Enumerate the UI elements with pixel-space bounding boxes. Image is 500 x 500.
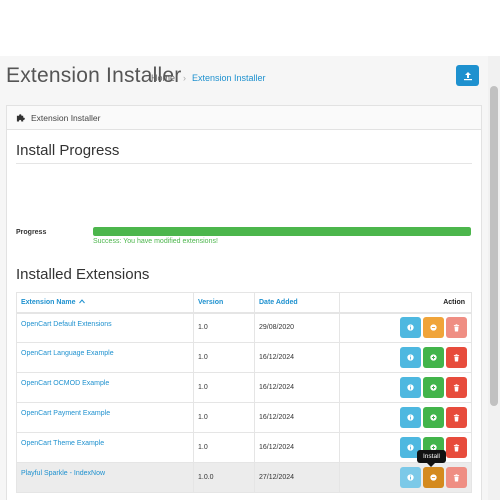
table-row: OpenCart OCMOD Example 1.0 16/12/2024 bbox=[16, 372, 472, 403]
table-row: OpenCart Theme Example 1.0 16/12/2024 bbox=[16, 432, 472, 463]
extension-installer-panel: Extension Installer Install Progress Pro… bbox=[6, 105, 482, 500]
breadcrumb-home-link[interactable]: Home bbox=[151, 73, 175, 83]
progress-bar-fill bbox=[93, 227, 471, 236]
install-tooltip: Install bbox=[417, 450, 446, 467]
plus-circle-icon bbox=[430, 414, 437, 421]
scrollbar-thumb[interactable] bbox=[490, 86, 498, 406]
trash-icon bbox=[453, 473, 460, 482]
extension-name[interactable]: OpenCart Language Example bbox=[16, 342, 194, 373]
extension-date-added: 16/12/2024 bbox=[254, 402, 340, 433]
table-row: Playful Sparkle - IndexNow 1.0.0 27/12/202… bbox=[16, 462, 472, 493]
installed-extensions-table: Extension Name Version Date Added Action… bbox=[16, 292, 472, 493]
info-icon bbox=[407, 324, 414, 331]
table-row: OpenCart Payment Example 1.0 16/12/2024 bbox=[16, 402, 472, 433]
info-button[interactable] bbox=[400, 467, 421, 488]
extension-name[interactable]: OpenCart Theme Example bbox=[16, 432, 194, 463]
trash-icon bbox=[453, 443, 460, 452]
breadcrumb-separator-icon: › bbox=[183, 73, 187, 83]
extension-actions bbox=[339, 462, 472, 493]
extension-actions bbox=[339, 372, 472, 403]
extension-version: 1.0 bbox=[193, 432, 255, 463]
extension-version: 1.0 bbox=[193, 342, 255, 373]
install-button[interactable] bbox=[423, 467, 444, 488]
breadcrumb: Home › Extension Installer bbox=[151, 73, 266, 83]
delete-button[interactable] bbox=[446, 377, 467, 398]
extension-name[interactable]: OpenCart Payment Example bbox=[16, 402, 194, 433]
extension-date-added: 16/12/2024 bbox=[254, 372, 340, 403]
info-button[interactable] bbox=[400, 317, 421, 339]
divider bbox=[16, 163, 472, 164]
extension-name[interactable]: Playful Sparkle - IndexNow bbox=[16, 462, 194, 493]
upload-icon bbox=[463, 71, 472, 80]
info-button[interactable] bbox=[400, 407, 421, 428]
delete-button[interactable] bbox=[446, 467, 467, 488]
progress-bar bbox=[93, 227, 471, 236]
extension-actions bbox=[339, 312, 472, 343]
plus-circle-icon bbox=[430, 384, 437, 391]
extension-actions bbox=[339, 342, 472, 373]
trash-icon bbox=[453, 323, 460, 332]
column-header-action: Action bbox=[339, 292, 472, 314]
install-progress-title: Install Progress bbox=[16, 142, 120, 159]
column-header-date-added[interactable]: Date Added bbox=[254, 292, 340, 314]
info-button[interactable] bbox=[400, 377, 421, 398]
extension-name[interactable]: OpenCart Default Extensions bbox=[16, 312, 194, 343]
breadcrumb-current-link[interactable]: Extension Installer bbox=[192, 73, 266, 83]
extension-date-added: 27/12/2024 bbox=[254, 462, 340, 493]
extension-version: 1.0 bbox=[193, 402, 255, 433]
info-icon bbox=[407, 384, 414, 391]
delete-button[interactable] bbox=[446, 407, 467, 428]
extension-date-added: 29/08/2020 bbox=[254, 312, 340, 343]
info-icon bbox=[407, 444, 414, 451]
info-icon bbox=[407, 354, 414, 361]
column-header-version[interactable]: Version bbox=[193, 292, 255, 314]
progress-status-text: Success: You have modified extensions! bbox=[93, 238, 218, 245]
trash-icon bbox=[453, 383, 460, 392]
sort-ascending-icon bbox=[79, 298, 86, 306]
install-button[interactable] bbox=[423, 317, 444, 339]
plus-circle-icon bbox=[430, 354, 437, 361]
trash-icon bbox=[453, 413, 460, 422]
extension-actions bbox=[339, 432, 472, 463]
extension-version: 1.0 bbox=[193, 372, 255, 403]
extension-version: 1.0.0 bbox=[193, 462, 255, 493]
panel-heading: Extension Installer bbox=[7, 106, 481, 130]
puzzle-icon bbox=[16, 113, 25, 122]
installed-extensions-title: Installed Extensions bbox=[16, 266, 150, 283]
page-content: Extension Installer Home › Extension Ins… bbox=[0, 56, 488, 500]
table-header-row: Extension Name Version Date Added Action bbox=[16, 292, 472, 314]
table-row: OpenCart Language Example 1.0 16/12/2024 bbox=[16, 342, 472, 373]
enable-button[interactable] bbox=[423, 377, 444, 398]
delete-button[interactable] bbox=[446, 317, 467, 339]
trash-icon bbox=[453, 353, 460, 362]
extension-actions bbox=[339, 402, 472, 433]
upload-button[interactable] bbox=[456, 65, 479, 86]
page-header: Extension Installer Home › Extension Ins… bbox=[0, 56, 488, 96]
extension-name[interactable]: OpenCart OCMOD Example bbox=[16, 372, 194, 403]
table-row: OpenCart Default Extensions 1.0 29/08/2020 bbox=[16, 312, 472, 343]
info-icon bbox=[407, 414, 414, 421]
delete-button[interactable] bbox=[446, 437, 467, 458]
scrollbar[interactable] bbox=[488, 56, 500, 500]
extension-date-added: 16/12/2024 bbox=[254, 342, 340, 373]
info-button[interactable] bbox=[400, 347, 421, 368]
enable-button[interactable] bbox=[423, 407, 444, 428]
enable-button[interactable] bbox=[423, 347, 444, 368]
progress-label: Progress bbox=[16, 229, 47, 236]
minus-circle-icon bbox=[430, 474, 437, 481]
extension-version: 1.0 bbox=[193, 312, 255, 343]
column-header-extension-name[interactable]: Extension Name bbox=[16, 292, 194, 314]
extension-date-added: 16/12/2024 bbox=[254, 432, 340, 463]
info-icon bbox=[407, 474, 414, 481]
minus-circle-icon bbox=[430, 324, 437, 331]
delete-button[interactable] bbox=[446, 347, 467, 368]
panel-heading-title: Extension Installer bbox=[31, 112, 101, 123]
